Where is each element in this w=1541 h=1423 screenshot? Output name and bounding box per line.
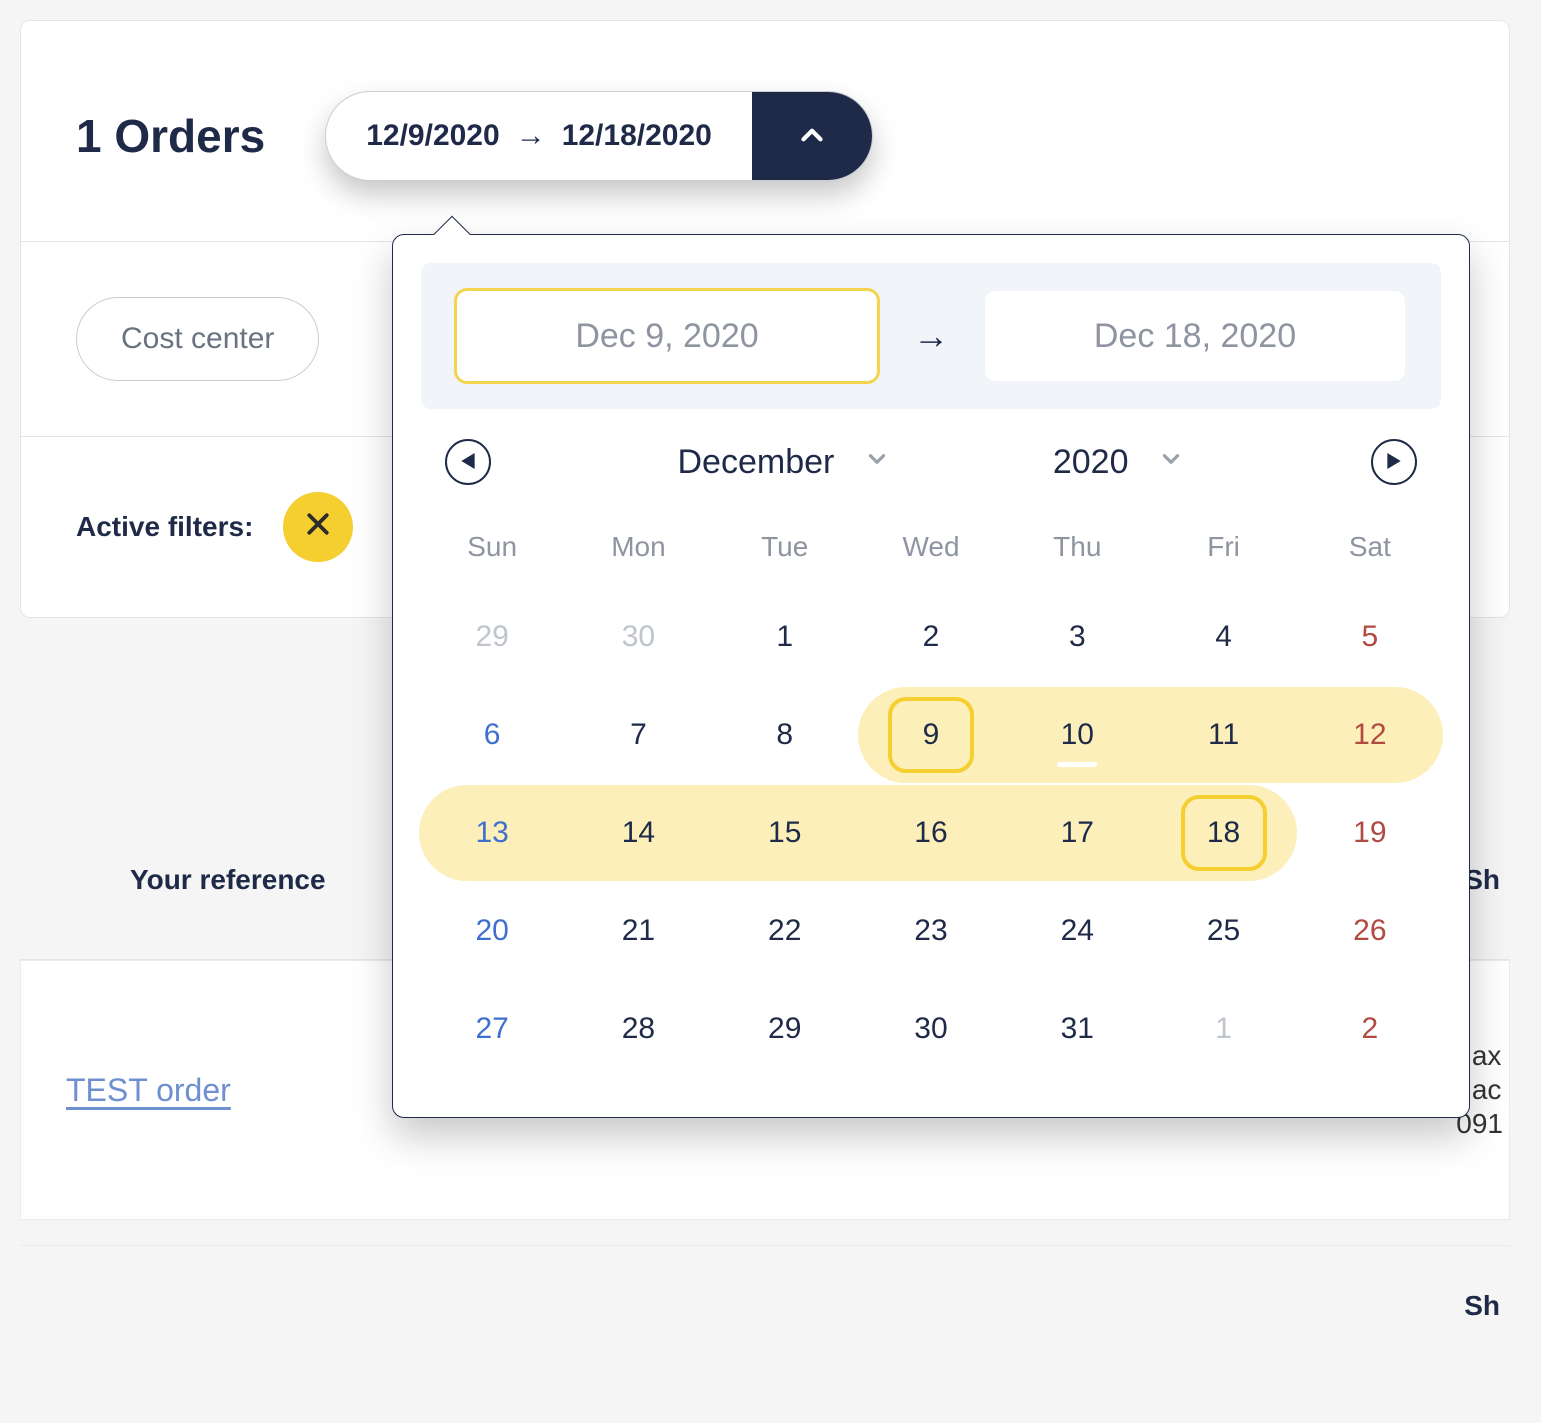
- calendar-day[interactable]: 27: [419, 981, 565, 1077]
- calendar-day[interactable]: 1: [712, 589, 858, 685]
- calendar-day[interactable]: 29: [419, 589, 565, 685]
- calendar-day[interactable]: 7: [565, 687, 711, 783]
- calendar-dow: Tue: [712, 507, 858, 587]
- card-header: 1 Orders 12/9/2020 → 12/18/2020: [21, 21, 1509, 242]
- calendar-day[interactable]: 8: [712, 687, 858, 783]
- column-right-header-2: Sh: [1464, 1290, 1500, 1322]
- calendar-day[interactable]: 2: [1297, 981, 1443, 1077]
- date-range-pill[interactable]: 12/9/2020 → 12/18/2020: [325, 91, 873, 181]
- year-label: 2020: [1053, 443, 1129, 482]
- chevron-up-icon: [795, 118, 829, 155]
- column-your-reference: Your reference: [130, 864, 326, 896]
- month-select[interactable]: December: [678, 443, 891, 482]
- calendar-day[interactable]: 5: [1297, 589, 1443, 685]
- calendar-day[interactable]: 22: [712, 883, 858, 979]
- arrow-right-icon: →: [516, 119, 546, 153]
- calendar-day[interactable]: 10: [1004, 687, 1150, 783]
- calendar-day[interactable]: 13: [419, 785, 565, 881]
- month-nav: December 2020: [393, 439, 1469, 485]
- active-filters-label: Active filters:: [76, 511, 253, 543]
- calendar-day[interactable]: 28: [565, 981, 711, 1077]
- calendar-day[interactable]: 4: [1150, 589, 1296, 685]
- cost-center-filter[interactable]: Cost center: [76, 297, 319, 381]
- calendar-dow: Sun: [419, 507, 565, 587]
- calendar-dow: Fri: [1150, 507, 1296, 587]
- date-range-toggle-button[interactable]: [752, 92, 872, 180]
- calendar-day[interactable]: 3: [1004, 589, 1150, 685]
- arrow-right-icon: →: [913, 315, 949, 357]
- cost-center-label: Cost center: [121, 322, 274, 356]
- range-end-value: Dec 18, 2020: [1094, 317, 1296, 356]
- calendar-day[interactable]: 9: [858, 687, 1004, 783]
- year-select[interactable]: 2020: [1053, 443, 1185, 482]
- calendar-day[interactable]: 11: [1150, 687, 1296, 783]
- order-reference-link[interactable]: TEST order: [66, 1072, 231, 1109]
- calendar-day[interactable]: 23: [858, 883, 1004, 979]
- selected-day-ring: [1181, 795, 1267, 871]
- calendar-day[interactable]: 6: [419, 687, 565, 783]
- calendar-dow: Sat: [1297, 507, 1443, 587]
- calendar-day[interactable]: 17: [1004, 785, 1150, 881]
- calendar-grid: SunMonTueWedThuFriSat2930123456789101112…: [419, 507, 1443, 1077]
- orders-title: 1 Orders: [76, 109, 265, 163]
- prev-month-button[interactable]: [445, 439, 491, 485]
- triangle-right-icon: [1387, 453, 1401, 472]
- calendar-day[interactable]: 24: [1004, 883, 1150, 979]
- range-start-input[interactable]: Dec 9, 2020: [457, 291, 877, 381]
- close-icon: [303, 509, 333, 545]
- calendar-day[interactable]: 31: [1004, 981, 1150, 1077]
- calendar-day[interactable]: 12: [1297, 687, 1443, 783]
- calendar: SunMonTueWedThuFriSat2930123456789101112…: [393, 495, 1469, 1117]
- month-label: December: [678, 443, 835, 482]
- calendar-day[interactable]: 26: [1297, 883, 1443, 979]
- calendar-day[interactable]: 1: [1150, 981, 1296, 1077]
- clear-filter-chip[interactable]: [283, 492, 353, 562]
- calendar-dow: Thu: [1004, 507, 1150, 587]
- selected-day-ring: [888, 697, 974, 773]
- orders-table-header-2: Sh: [20, 1245, 1510, 1365]
- next-month-button[interactable]: [1371, 439, 1417, 485]
- calendar-dow: Mon: [565, 507, 711, 587]
- calendar-day[interactable]: 30: [565, 589, 711, 685]
- calendar-day[interactable]: 18: [1150, 785, 1296, 881]
- triangle-left-icon: [461, 453, 475, 472]
- calendar-day[interactable]: 16: [858, 785, 1004, 881]
- calendar-day[interactable]: 14: [565, 785, 711, 881]
- date-range-text: 12/9/2020 → 12/18/2020: [326, 119, 752, 153]
- date-range-end: 12/18/2020: [562, 119, 712, 153]
- chevron-down-icon: [1158, 446, 1184, 478]
- calendar-day[interactable]: 15: [712, 785, 858, 881]
- calendar-day[interactable]: 19: [1297, 785, 1443, 881]
- calendar-day[interactable]: 2: [858, 589, 1004, 685]
- range-inputs: Dec 9, 2020 → Dec 18, 2020: [421, 263, 1441, 409]
- date-range-start: 12/9/2020: [366, 119, 499, 153]
- calendar-day[interactable]: 30: [858, 981, 1004, 1077]
- calendar-day[interactable]: 20: [419, 883, 565, 979]
- calendar-day[interactable]: 29: [712, 981, 858, 1077]
- range-start-value: Dec 9, 2020: [575, 317, 758, 356]
- date-picker-popover: Dec 9, 2020 → Dec 18, 2020 December 2020: [392, 234, 1470, 1118]
- calendar-dow: Wed: [858, 507, 1004, 587]
- chevron-down-icon: [864, 446, 890, 478]
- range-end-input[interactable]: Dec 18, 2020: [985, 291, 1405, 381]
- calendar-day[interactable]: 21: [565, 883, 711, 979]
- calendar-day[interactable]: 25: [1150, 883, 1296, 979]
